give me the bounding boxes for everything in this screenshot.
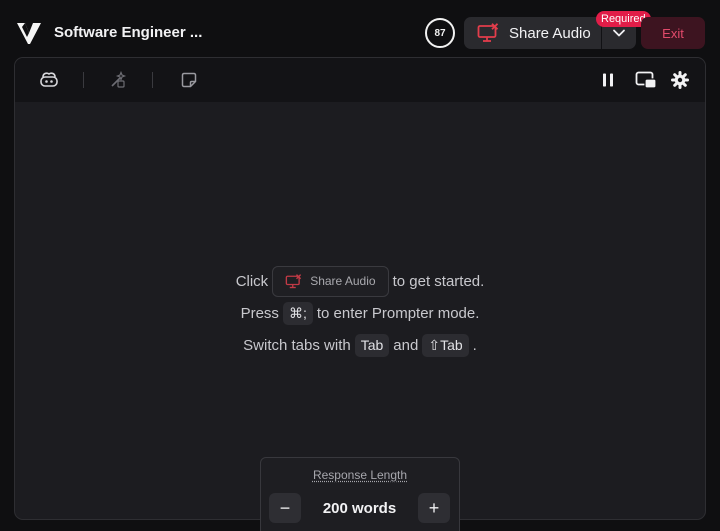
response-length-title: Response Length [261,468,459,482]
decrease-length-button[interactable]: − [269,493,301,523]
sticky-note-icon [181,72,197,88]
keyboard-key-label: Tab [440,337,463,353]
notes-button[interactable] [179,70,199,90]
instruction-text: to get started. [393,273,485,290]
session-title: Software Engineer ... [54,24,202,41]
chevron-down-icon [612,28,626,38]
instruction-text: Click [236,273,269,290]
pause-icon [601,72,615,88]
monitor-off-icon [285,274,302,289]
gear-icon [671,71,689,89]
instruction-line-prompter: Press ⌘; to enter Prompter mode. [15,297,705,329]
exit-button[interactable]: Exit [641,17,705,49]
response-length-value: 200 words [301,500,418,517]
instruction-text: to enter Prompter mode. [317,305,480,322]
instruction-line-share: Click Share Audio to get started. [15,265,705,297]
picture-in-picture-icon [635,71,657,89]
inline-share-audio-button[interactable]: Share Audio [272,266,388,297]
magic-wand-button[interactable] [108,70,128,90]
keyboard-key-shift-tab: ⇧ Tab [422,334,468,357]
main-panel: Click Share Audio to get started. Press … [14,57,706,520]
picture-in-picture-button[interactable] [634,70,658,90]
app-logo-icon [16,20,42,46]
monitor-off-icon [477,23,499,43]
share-audio-button[interactable]: Share Audio [464,17,601,49]
panel-toolbar [15,58,705,102]
share-audio-label: Share Audio [509,25,591,42]
magic-wand-icon [109,71,127,89]
increase-length-button[interactable]: + [418,493,450,523]
instruction-text: . [473,337,477,354]
toolbar-divider [83,72,84,88]
keyboard-shortcut-command-semicolon: ⌘; [283,302,313,325]
instruction-text: and [393,337,418,354]
copilot-icon [39,71,59,89]
instruction-text: Press [241,305,279,322]
settings-button[interactable] [670,70,690,90]
countdown-timer: 87 [425,18,455,48]
top-bar: Software Engineer ... 87 Share Audio Req… [0,0,720,58]
copilot-button[interactable] [39,70,59,90]
toolbar-divider [152,72,153,88]
instruction-line-tabs: Switch tabs with Tab and ⇧ Tab . [15,329,705,361]
instruction-text: Switch tabs with [243,337,351,354]
inline-share-audio-label: Share Audio [310,274,375,288]
pause-button[interactable] [598,70,618,90]
response-length-card: Response Length − 200 words + [260,457,460,531]
keyboard-key-tab: Tab [355,334,390,357]
onboarding-instructions: Click Share Audio to get started. Press … [15,265,705,361]
shift-icon: ⇧ [428,337,440,354]
